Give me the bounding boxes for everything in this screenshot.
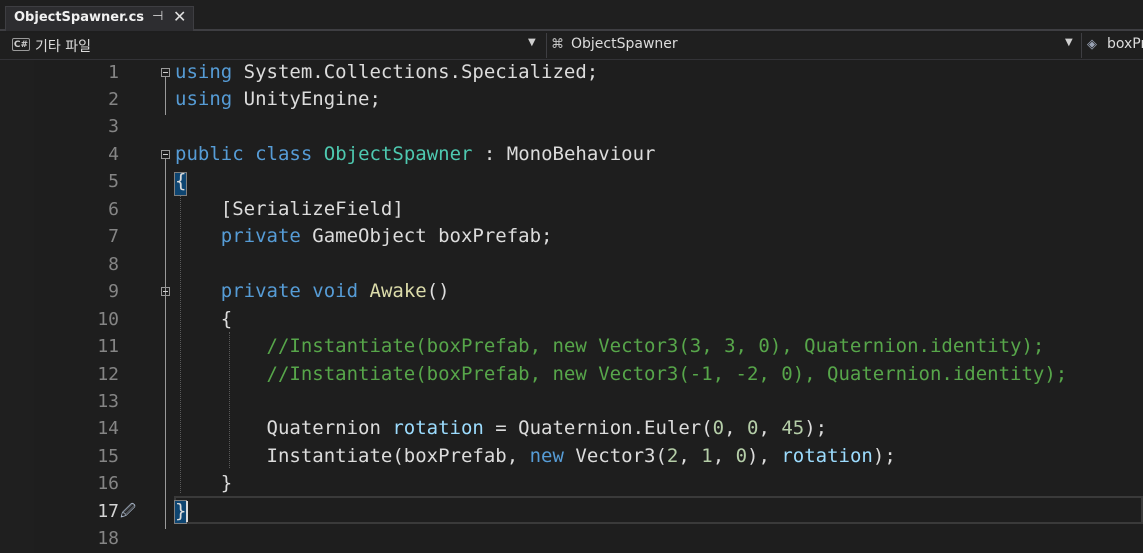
- csharp-file-icon: C#: [12, 38, 30, 51]
- code-line-12: //Instantiate(boxPrefab, new Vector3(-1,…: [266, 363, 1068, 385]
- line-number: 6: [108, 199, 119, 220]
- code-line-7: private GameObject boxPrefab;: [220, 225, 553, 247]
- field-lock-icon: ◈: [1087, 37, 1097, 52]
- code-line-17: }: [175, 500, 187, 522]
- line-number: 7: [108, 226, 119, 247]
- line-number: 18: [97, 528, 119, 549]
- tab-title: ObjectSpawner.cs: [14, 10, 145, 25]
- line-number-active: 17: [97, 501, 119, 522]
- line-number: 11: [97, 336, 119, 357]
- pin-icon[interactable]: ⊣: [152, 9, 163, 24]
- member-label: boxPrefab: [1107, 36, 1143, 52]
- line-number: 15: [97, 446, 119, 467]
- close-icon[interactable]: ✕: [173, 7, 186, 26]
- code-line-9: private void Awake(): [220, 280, 450, 302]
- line-number: 13: [97, 391, 119, 412]
- code-editor[interactable]: 1 2 3 4 5 6 7 8 9 10 11 12 13 14 15 16 1…: [0, 60, 1143, 553]
- project-dropdown[interactable]: C# 기타 파일 ▼: [8, 33, 541, 58]
- code-line-15: Instantiate(boxPrefab, new Vector3(2, 1,…: [175, 445, 896, 467]
- line-number: 14: [97, 418, 119, 439]
- line-number: 5: [108, 171, 119, 192]
- line-number: 10: [97, 309, 119, 330]
- code-line-1: using System.Collections.Specialized;: [175, 61, 599, 83]
- tab-strip: ObjectSpawner.cs ⊣ ✕: [0, 0, 1143, 31]
- line-number: 2: [108, 89, 119, 110]
- line-number: 3: [108, 116, 119, 137]
- line-number: 16: [97, 473, 119, 494]
- line-number: 8: [108, 254, 119, 275]
- quick-actions-icon[interactable]: 🖉: [120, 501, 136, 526]
- line-number: 9: [108, 281, 119, 302]
- class-icon: ⌘: [551, 37, 564, 52]
- code-line-4: public class ObjectSpawner : MonoBehavio…: [175, 143, 656, 165]
- navigation-bar: C# 기타 파일 ▼ ⌘ ObjectSpawner ▼ ◈ boxPrefab: [0, 33, 1143, 60]
- line-number: 4: [108, 144, 119, 165]
- chevron-down-icon: ▼: [1065, 37, 1073, 48]
- code-line-10: {: [175, 308, 233, 330]
- class-label: ObjectSpawner: [571, 36, 678, 52]
- line-number: 1: [108, 62, 119, 83]
- tab-objectspawner[interactable]: ObjectSpawner.cs ⊣ ✕: [5, 6, 194, 31]
- line-number: 12: [97, 364, 119, 385]
- code-line-16: }: [175, 472, 233, 494]
- project-label: 기타 파일: [35, 39, 91, 55]
- code-line-2: using UnityEngine;: [175, 88, 381, 110]
- code-line-14: Quaternion rotation = Quaternion.Euler(0…: [175, 417, 828, 439]
- class-dropdown[interactable]: ⌘ ObjectSpawner ▼: [546, 33, 1078, 58]
- member-dropdown[interactable]: ◈ boxPrefab: [1081, 33, 1143, 58]
- code-line-11: //Instantiate(boxPrefab, new Vector3(3, …: [266, 335, 1045, 357]
- chevron-down-icon: ▼: [528, 37, 536, 48]
- code-line-6: [SerializeField]: [175, 198, 404, 220]
- code-line-5: {: [175, 170, 187, 192]
